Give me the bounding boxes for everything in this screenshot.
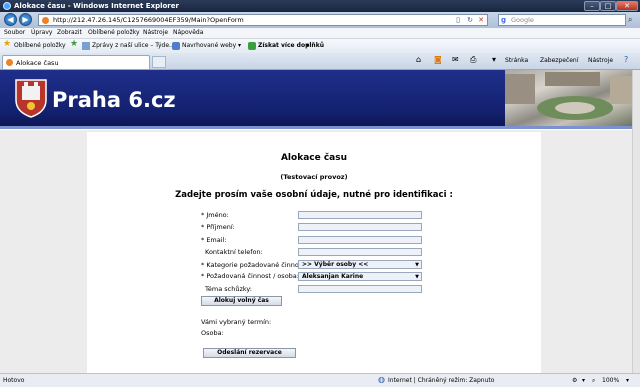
form-instruction: Zadejte prosím vaše osobní údaje, nutné … (175, 190, 453, 200)
form-panel: Alokace času (Testovací provoz) Zadejte … (87, 132, 541, 373)
address-bar[interactable]: http://212.47.26.145/C1257669004EF359/Ma… (38, 14, 488, 26)
page-viewport: Praha 6.cz Alokace času (Testovací provo… (0, 70, 640, 373)
email-input[interactable] (298, 236, 422, 244)
page-title: Alokace času (280, 153, 348, 163)
google-icon: g (501, 16, 507, 24)
activity-select-value: Aleksanjan Karine (302, 273, 364, 280)
phone-input[interactable] (298, 248, 422, 256)
page-subtitle: (Testovací provoz) (280, 173, 348, 181)
chevron-down-icon: ▼ (415, 274, 419, 280)
activity-select[interactable]: Aleksanjan Karine ▼ (298, 272, 422, 281)
chevron-down-icon[interactable]: ▾ (306, 42, 309, 49)
last-name-label: * Příjmení: (201, 223, 235, 231)
chevron-down-icon[interactable]: ▾ (492, 55, 496, 64)
phone-label: Kontaktní telefon: (205, 248, 263, 256)
page-menu-button[interactable]: Stránka (505, 57, 528, 64)
first-name-label: * Jméno: (201, 211, 229, 219)
favorite-link-news[interactable]: Zprávy z naší ulice – Týde... (92, 42, 175, 49)
banner-divider (0, 126, 640, 129)
menu-file[interactable]: Soubor (4, 29, 25, 36)
allocate-button[interactable]: Alokuj volný čas (201, 296, 282, 306)
close-button[interactable]: ✕ (616, 1, 638, 11)
zoom-icon: ⌕ (592, 377, 596, 384)
topic-input[interactable] (298, 285, 422, 293)
compatibility-icon[interactable]: ▯ (453, 16, 463, 25)
tab-favicon-icon (6, 59, 13, 66)
globe-icon: ◍ (378, 375, 385, 384)
submit-reservation-button[interactable]: Odeslání rezervace (203, 348, 296, 358)
feeds-icon[interactable]: ◙ (434, 55, 442, 64)
site-logo[interactable]: Praha 6.cz (52, 88, 176, 112)
status-text: Hotovo (3, 377, 25, 384)
first-name-input[interactable] (298, 211, 422, 219)
email-label: * Email: (201, 236, 227, 244)
url-text[interactable]: http://212.47.26.145/C1257669004EF359/Ma… (53, 16, 244, 24)
help-icon[interactable]: ? (624, 55, 628, 64)
status-bar: Hotovo ◍ Internet | Chráněný režim: Zapn… (0, 373, 640, 387)
chevron-down-icon[interactable]: ▾ (626, 377, 629, 384)
category-label: * Kategorie požadované činnosti: (201, 261, 309, 269)
address-row: ◀ ▶ http://212.47.26.145/C1257669004EF35… (0, 12, 640, 28)
chosen-term-label: Vámi vybraný termín: (201, 318, 272, 326)
tools-menu-button[interactable]: Nástroje (588, 57, 613, 64)
menu-tools[interactable]: Nástroje (143, 29, 168, 36)
stop-button[interactable]: ✕ (476, 16, 486, 25)
menu-view[interactable]: Zobrazit (57, 29, 82, 36)
back-button[interactable]: ◀ (4, 13, 17, 26)
ie-logo-icon (3, 2, 11, 10)
favorite-link-suggested[interactable]: Navrhované weby (182, 42, 236, 49)
activity-label: * Požadovaná činnost / osoba: (201, 272, 299, 280)
zoom-level[interactable]: 100% (602, 377, 619, 384)
page-favicon-icon (42, 17, 49, 24)
page-link-icon (82, 42, 90, 50)
addons-icon (248, 42, 256, 50)
category-select[interactable]: >> Výběr osoby << ▼ (298, 260, 422, 269)
menu-edit[interactable]: Úpravy (31, 29, 52, 36)
favorites-bar: ★ Oblíbené položky ★ Zprávy z naší ulice… (0, 39, 640, 54)
new-tab-button[interactable] (152, 56, 166, 68)
banner-photo (505, 70, 640, 127)
menu-bar: Soubor Úpravy Zobrazit Oblíbené položky … (0, 28, 640, 39)
print-icon[interactable]: ⎙ (470, 55, 476, 65)
refresh-button[interactable]: ↻ (465, 16, 475, 25)
favorites-button[interactable]: Oblíbené položky (14, 42, 66, 49)
category-select-value: >> Výběr osoby << (302, 261, 369, 268)
security-menu-button[interactable]: Zabezpečení (540, 57, 578, 64)
title-bar: Alokace času - Windows Internet Explorer… (0, 0, 640, 12)
favorites-star-icon: ★ (3, 39, 12, 49)
favorite-link-addons[interactable]: Získat více doplňků (258, 42, 324, 49)
city-crest-icon (15, 79, 47, 118)
mail-icon[interactable]: ✉ (452, 55, 459, 64)
vertical-scrollbar[interactable] (632, 70, 640, 373)
tab-row: Alokace času ⌂ ◙ ✉ ⎙ ▾ Stránka Zabezpeče… (0, 53, 640, 70)
menu-favorites[interactable]: Oblíbené položky (88, 29, 140, 36)
search-icon[interactable]: ⌕ (628, 15, 632, 25)
chevron-down-icon: ▼ (415, 262, 419, 268)
search-input[interactable]: g Google (498, 14, 626, 26)
search-placeholder: Google (511, 16, 534, 24)
site-banner: Praha 6.cz (0, 70, 640, 128)
security-zone-text[interactable]: Internet | Chráněný režim: Zapnuto (388, 377, 494, 384)
forward-button[interactable]: ▶ (19, 13, 32, 26)
chevron-down-icon[interactable]: ▾ (238, 42, 241, 49)
topic-label: Téma schůzky: (205, 285, 252, 293)
maximize-button[interactable]: □ (600, 1, 616, 11)
chevron-down-icon[interactable]: ▾ (582, 377, 585, 384)
suggested-sites-icon (172, 42, 180, 50)
tab-alokace[interactable]: Alokace času (2, 55, 150, 69)
minimize-button[interactable]: – (584, 1, 600, 11)
add-favorite-icon[interactable]: ★ (70, 39, 78, 49)
window-title: Alokace času - Windows Internet Explorer (14, 2, 179, 10)
protected-mode-icon[interactable]: ⚙ (572, 377, 577, 384)
home-icon[interactable]: ⌂ (416, 55, 421, 64)
person-label: Osoba: (201, 329, 224, 337)
tab-label: Alokace času (16, 59, 59, 67)
menu-help[interactable]: Nápověda (173, 29, 203, 36)
last-name-input[interactable] (298, 223, 422, 231)
